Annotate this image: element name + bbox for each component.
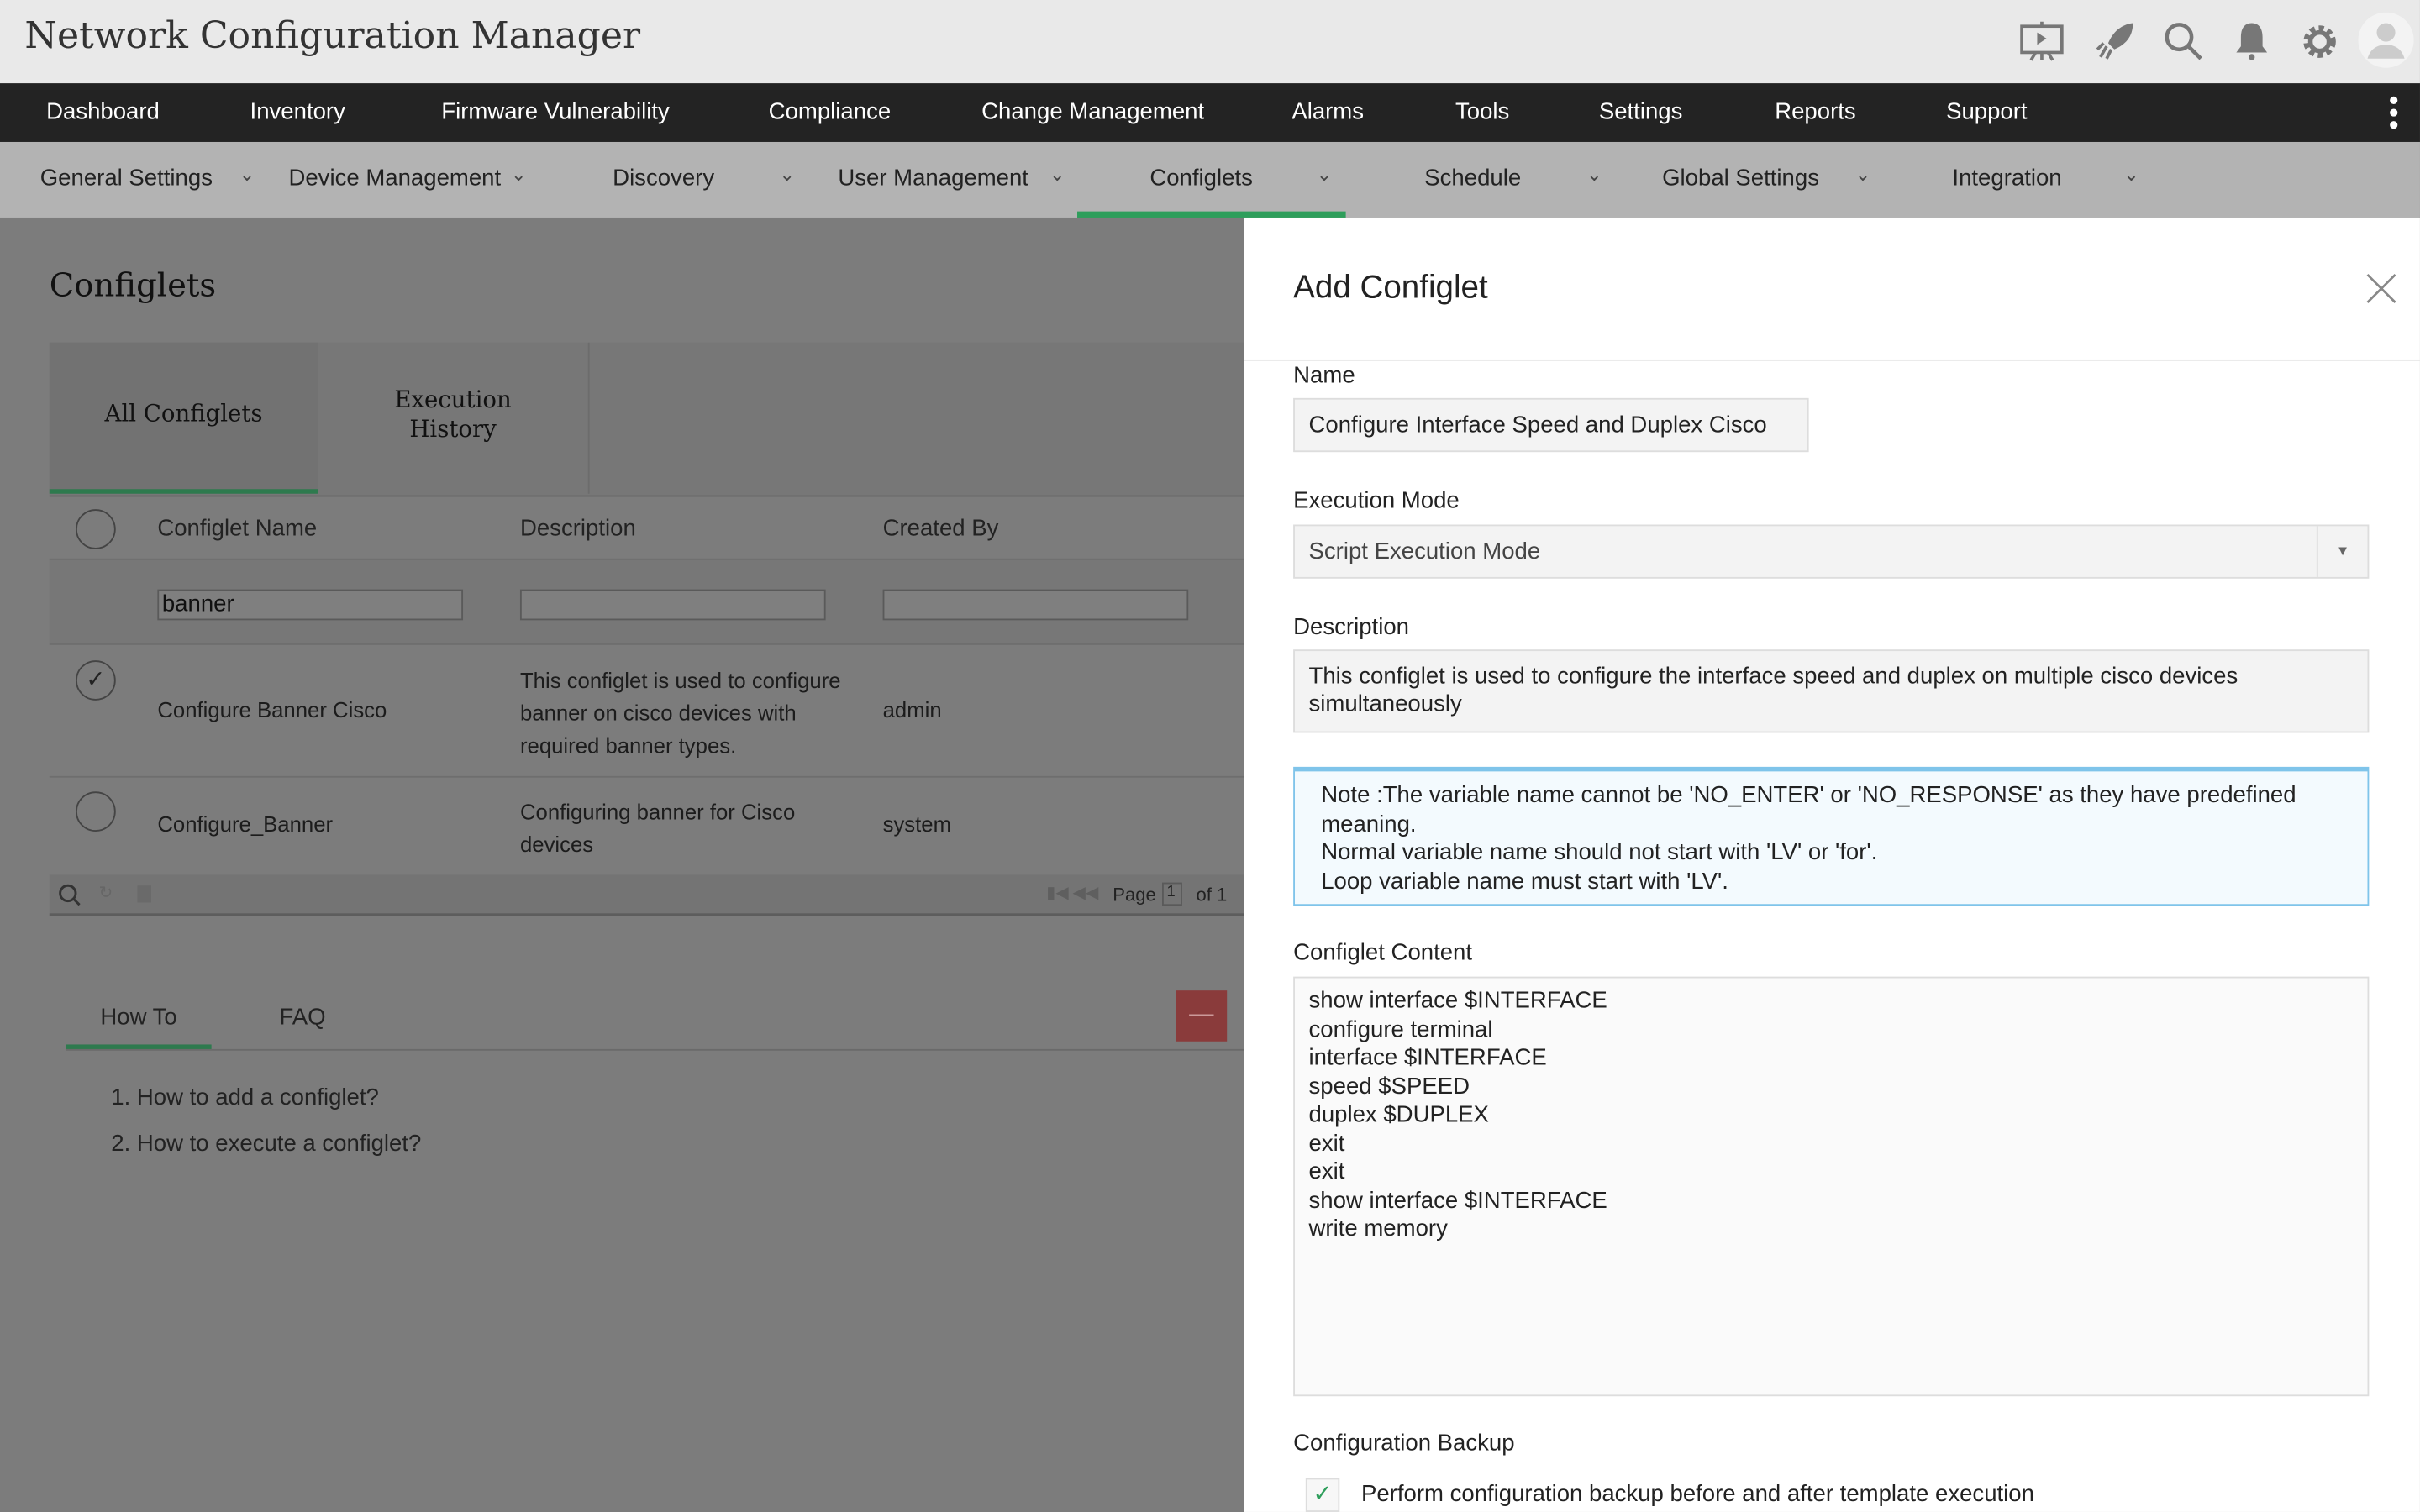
app-title: Network Configuration Manager [24, 13, 641, 57]
chevron-down-icon: ⌄ [779, 163, 796, 186]
configlet-content-label: Configlet Content [1293, 939, 1473, 966]
nav-dashboard[interactable]: Dashboard [46, 99, 160, 125]
subnav-discovery[interactable]: Discovery [613, 165, 714, 192]
help-tab-how-to[interactable]: How To [100, 1005, 176, 1031]
row-description: This configlet is used to configure bann… [519, 668, 841, 758]
page-label: Page [1113, 884, 1156, 906]
chevron-down-icon: ⌄ [1854, 163, 1871, 186]
row-description: Configuring banner for Cisco devices [519, 799, 796, 857]
filter-name-input[interactable]: banner [157, 589, 464, 621]
sub-nav: General Settings ⌄ Device Management ⌄ Dis… [0, 141, 2420, 218]
nav-settings[interactable]: Settings [1599, 99, 1683, 125]
page-input[interactable]: 1 [1162, 882, 1182, 906]
execution-mode-label: Execution Mode [1293, 487, 1460, 514]
columns-icon[interactable] [137, 885, 151, 903]
presentation-icon[interactable] [2018, 18, 2065, 65]
page-count: of 1 [1196, 884, 1228, 906]
name-label: Name [1293, 362, 1355, 389]
panel-title: Add Configlet [1293, 270, 1488, 306]
avatar-icon[interactable] [2358, 12, 2414, 68]
filter-created-by-input[interactable] [882, 589, 1189, 621]
rocket-icon[interactable] [2093, 18, 2139, 65]
backup-checkbox[interactable]: ✓ [1305, 1478, 1340, 1512]
name-input[interactable]: Configure Interface Speed and Duplex Cis… [1293, 397, 1809, 453]
subnav-user-management[interactable]: User Management [838, 165, 1028, 192]
collapse-help-button[interactable]: — [1176, 990, 1228, 1042]
configuration-backup-label: Configuration Backup [1293, 1430, 1515, 1457]
chevron-down-icon[interactable]: ▼ [2316, 526, 2368, 577]
nav-support[interactable]: Support [1946, 99, 2028, 125]
app-header: Network Configuration Manager [0, 0, 2420, 84]
more-icon[interactable] [2386, 96, 2402, 129]
header-description[interactable]: Description [520, 515, 636, 541]
nav-reports[interactable]: Reports [1775, 99, 1855, 125]
row-name[interactable]: Configure_Banner [157, 811, 333, 836]
nav-firmware-vulnerability[interactable]: Firmware Vulnerability [441, 99, 670, 125]
configlets-page: Configlets All Configlets Execution Hist… [0, 217, 1244, 1512]
table-pager: ↻ ▮◀ ◀◀ Page 1 of 1 [49, 874, 1244, 916]
nav-change-management[interactable]: Change Management [981, 99, 1204, 125]
subnav-general-settings[interactable]: General Settings [40, 165, 213, 192]
variable-note: Note :The variable name cannot be 'NO_EN… [1293, 766, 2370, 906]
previous-page-icon[interactable]: ◀◀ [1073, 883, 1099, 902]
gear-icon[interactable] [2296, 18, 2343, 65]
chevron-down-icon: ⌄ [239, 163, 255, 186]
page-title: Configlets [49, 266, 217, 304]
subnav-configlets[interactable]: Configlets [1150, 165, 1253, 192]
row-checkbox[interactable] [75, 791, 116, 832]
subnav-integration[interactable]: Integration [1952, 165, 2061, 192]
row-checkbox-checked[interactable]: ✓ [75, 660, 116, 701]
execution-mode-select[interactable]: Script Execution Mode ▼ [1293, 524, 2370, 579]
nav-inventory[interactable]: Inventory [250, 99, 345, 125]
bell-icon[interactable] [2228, 18, 2275, 65]
subnav-schedule[interactable]: Schedule [1424, 165, 1521, 192]
backup-option-label[interactable]: Perform configuration backup before and … [1361, 1481, 2034, 1507]
chevron-down-icon: ⌄ [1316, 163, 1333, 186]
nav-compliance[interactable]: Compliance [769, 99, 892, 125]
chevron-down-icon: ⌄ [1586, 163, 1602, 186]
select-all-checkbox[interactable] [75, 509, 116, 549]
header-configlet-name[interactable]: Configlet Name [157, 515, 317, 541]
nav-alarms[interactable]: Alarms [1292, 99, 1364, 125]
subnav-device-management[interactable]: Device Management [288, 165, 501, 192]
help-tab-faq[interactable]: FAQ [279, 1005, 325, 1031]
close-icon[interactable] [2366, 273, 2397, 304]
chevron-down-icon: ⌄ [2123, 163, 2139, 186]
subnav-global-settings[interactable]: Global Settings [1662, 165, 1819, 192]
active-tab-indicator [1077, 211, 1346, 218]
tab-execution-history[interactable]: Execution History [318, 342, 590, 494]
chevron-down-icon: ⌄ [1049, 163, 1065, 186]
main-nav: Dashboard Inventory Firmware Vulnerabili… [0, 83, 2420, 142]
nav-tools[interactable]: Tools [1455, 99, 1509, 125]
row-created-by: admin [882, 697, 942, 722]
search-icon[interactable] [2160, 18, 2207, 65]
search-icon[interactable] [57, 883, 82, 907]
row-name[interactable]: Configure Banner Cisco [157, 697, 387, 722]
tab-all-configlets[interactable]: All Configlets [49, 342, 318, 494]
add-configlet-panel: Add Configlet Name Configure Interface S… [1244, 217, 2420, 1512]
description-label: Description [1293, 614, 1409, 641]
filter-description-input[interactable] [519, 589, 826, 621]
help-link[interactable]: 1. How to add a configlet? [111, 1084, 379, 1110]
header-created-by[interactable]: Created By [883, 515, 999, 541]
configlet-content-textarea[interactable]: show interface $INTERFACE configure termi… [1293, 976, 2370, 1397]
description-input[interactable]: This configlet is used to configure the … [1293, 649, 2370, 733]
chevron-down-icon: ⌄ [510, 163, 527, 186]
help-link[interactable]: 2. How to execute a configlet? [111, 1131, 421, 1157]
first-page-icon[interactable]: ▮◀ [1046, 883, 1069, 902]
refresh-icon[interactable]: ↻ [99, 883, 113, 902]
row-created-by: system [882, 811, 952, 837]
